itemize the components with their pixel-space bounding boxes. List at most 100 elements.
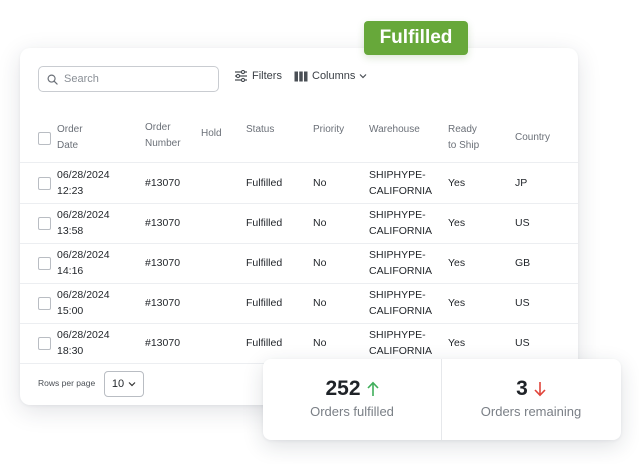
- header-status[interactable]: Status: [246, 122, 274, 138]
- header-ready-to-ship[interactable]: Ready to Ship: [448, 122, 479, 154]
- cell-country: US: [515, 337, 530, 349]
- header-order-date[interactable]: Order Date: [57, 122, 83, 154]
- header-order-date-line2: Date: [57, 140, 79, 151]
- table-row[interactable]: 06/28/2024 13:58 #13070 Fulfilled No SHIPHYPE…: [20, 203, 578, 244]
- cell-date: 06/28/2024: [57, 169, 110, 181]
- cell-order-date: 06/28/2024 12:23: [57, 167, 110, 199]
- arrow-down-icon: [534, 382, 546, 397]
- orders-fulfilled-label: Orders fulfilled: [310, 404, 394, 419]
- table-row[interactable]: 06/28/2024 12:23 #13070 Fulfilled No SHIPHYPE…: [20, 163, 578, 204]
- filters-icon: [235, 70, 247, 82]
- rows-per-page-value: 10: [111, 378, 125, 390]
- columns-icon: [294, 71, 308, 81]
- filters-button[interactable]: Filters: [234, 70, 282, 82]
- orders-fulfilled-stat: 252 Orders fulfilled: [263, 359, 441, 440]
- chevron-down-icon: [128, 382, 136, 387]
- cell-priority: No: [313, 177, 327, 189]
- table-row[interactable]: 06/28/2024 18:30 #13070 Fulfilled No SHIPHYPE…: [20, 323, 578, 364]
- cell-warehouse-line: CALIFORNIA: [369, 345, 433, 357]
- cell-number: #13070: [145, 217, 181, 229]
- search-input[interactable]: [64, 73, 204, 85]
- cell-time: 18:30: [57, 345, 84, 357]
- fulfilled-badge: Fulfilled: [364, 21, 468, 55]
- header-ready-line1: Ready: [448, 124, 477, 135]
- chevron-down-icon: [359, 74, 367, 79]
- cell-date: 06/28/2024: [57, 249, 110, 261]
- cell-warehouse: SHIPHYPE- CALIFORNIA: [369, 167, 432, 199]
- columns-label: Columns: [312, 70, 356, 82]
- cell-ready: Yes: [448, 217, 466, 229]
- cell-date: 06/28/2024: [57, 329, 110, 341]
- header-order-number[interactable]: Order Number: [145, 120, 181, 152]
- columns-button[interactable]: Columns: [294, 70, 367, 82]
- header-hold[interactable]: Hold: [201, 126, 222, 142]
- cell-warehouse-line: CALIFORNIA: [369, 265, 433, 277]
- cell-status: Fulfilled: [246, 337, 283, 349]
- row-checkbox[interactable]: [38, 177, 51, 190]
- select-all-checkbox[interactable]: [38, 132, 51, 145]
- row-checkbox[interactable]: [38, 257, 51, 270]
- table-row[interactable]: 06/28/2024 15:00 #13070 Fulfilled No SHIPHYPE…: [20, 283, 578, 324]
- cell-status: Fulfilled: [246, 257, 283, 269]
- cell-order-date: 06/28/2024 15:00: [57, 287, 110, 319]
- cell-order-date: 06/28/2024 18:30: [57, 327, 110, 359]
- orders-table-card: Filters Columns Order Date Order Number …: [20, 48, 578, 405]
- table-row[interactable]: 06/28/2024 14:16 #13070 Fulfilled No SHIPHYPE…: [20, 243, 578, 284]
- orders-remaining-label: Orders remaining: [480, 404, 582, 419]
- cell-ready: Yes: [448, 337, 466, 349]
- row-checkbox[interactable]: [38, 297, 51, 310]
- cell-warehouse-line: SHIPHYPE-: [369, 209, 426, 221]
- cell-priority: No: [313, 337, 327, 349]
- header-country[interactable]: Country: [515, 130, 550, 146]
- cell-warehouse-line: CALIFORNIA: [369, 185, 433, 197]
- orders-remaining-value: 3: [516, 377, 528, 400]
- cell-warehouse-line: SHIPHYPE-: [369, 289, 426, 301]
- cell-warehouse-line: SHIPHYPE-: [369, 249, 426, 261]
- cell-warehouse-line: SHIPHYPE-: [369, 329, 426, 341]
- cell-warehouse-line: CALIFORNIA: [369, 225, 433, 237]
- cell-country: GB: [515, 257, 531, 269]
- cell-time: 14:16: [57, 265, 84, 277]
- cell-warehouse: SHIPHYPE- CALIFORNIA: [369, 287, 432, 319]
- search-box[interactable]: [38, 66, 219, 92]
- cell-priority: No: [313, 297, 327, 309]
- cell-priority: No: [313, 217, 327, 229]
- row-checkbox[interactable]: [38, 337, 51, 350]
- cell-number: #13070: [145, 337, 181, 349]
- cell-status: Fulfilled: [246, 217, 283, 229]
- cell-time: 13:58: [57, 225, 84, 237]
- cell-status: Fulfilled: [246, 177, 283, 189]
- filters-label: Filters: [252, 70, 282, 82]
- row-checkbox[interactable]: [38, 217, 51, 230]
- cell-warehouse: SHIPHYPE- CALIFORNIA: [369, 247, 432, 279]
- header-priority[interactable]: Priority: [313, 122, 344, 138]
- header-ready-line2: to Ship: [448, 140, 480, 151]
- cell-warehouse-line: CALIFORNIA: [369, 305, 433, 317]
- rows-per-page-select[interactable]: 10: [104, 371, 144, 397]
- arrow-up-icon: [366, 381, 379, 396]
- cell-time: 15:00: [57, 305, 84, 317]
- cell-priority: No: [313, 257, 327, 269]
- cell-country: US: [515, 217, 530, 229]
- cell-date: 06/28/2024: [57, 209, 110, 221]
- header-order-number-line1: Order: [145, 121, 171, 133]
- rows-per-page-label: Rows per page: [38, 378, 96, 388]
- table-toolbar: Filters Columns: [20, 48, 578, 108]
- cell-country: US: [515, 297, 530, 309]
- search-icon: [47, 74, 58, 85]
- cell-time: 12:23: [57, 185, 84, 197]
- orders-fulfilled-number-row: 252: [263, 377, 441, 401]
- header-order-date-line1: Order: [57, 124, 83, 135]
- cell-order-date: 06/28/2024 14:16: [57, 247, 110, 279]
- stats-card: 252 Orders fulfilled 3 Orders remaining: [263, 359, 621, 440]
- cell-ready: Yes: [448, 177, 466, 189]
- cell-number: #13070: [145, 257, 181, 269]
- cell-ready: Yes: [448, 297, 466, 309]
- cell-number: #13070: [145, 297, 181, 309]
- orders-remaining-stat: 3 Orders remaining: [442, 359, 620, 440]
- header-warehouse[interactable]: Warehouse: [369, 122, 420, 138]
- header-order-number-line2: Number: [145, 137, 181, 149]
- orders-fulfilled-value: 252: [325, 377, 361, 400]
- table-header: Order Date Order Number Hold Status Prio…: [20, 114, 578, 163]
- cell-warehouse: SHIPHYPE- CALIFORNIA: [369, 327, 432, 359]
